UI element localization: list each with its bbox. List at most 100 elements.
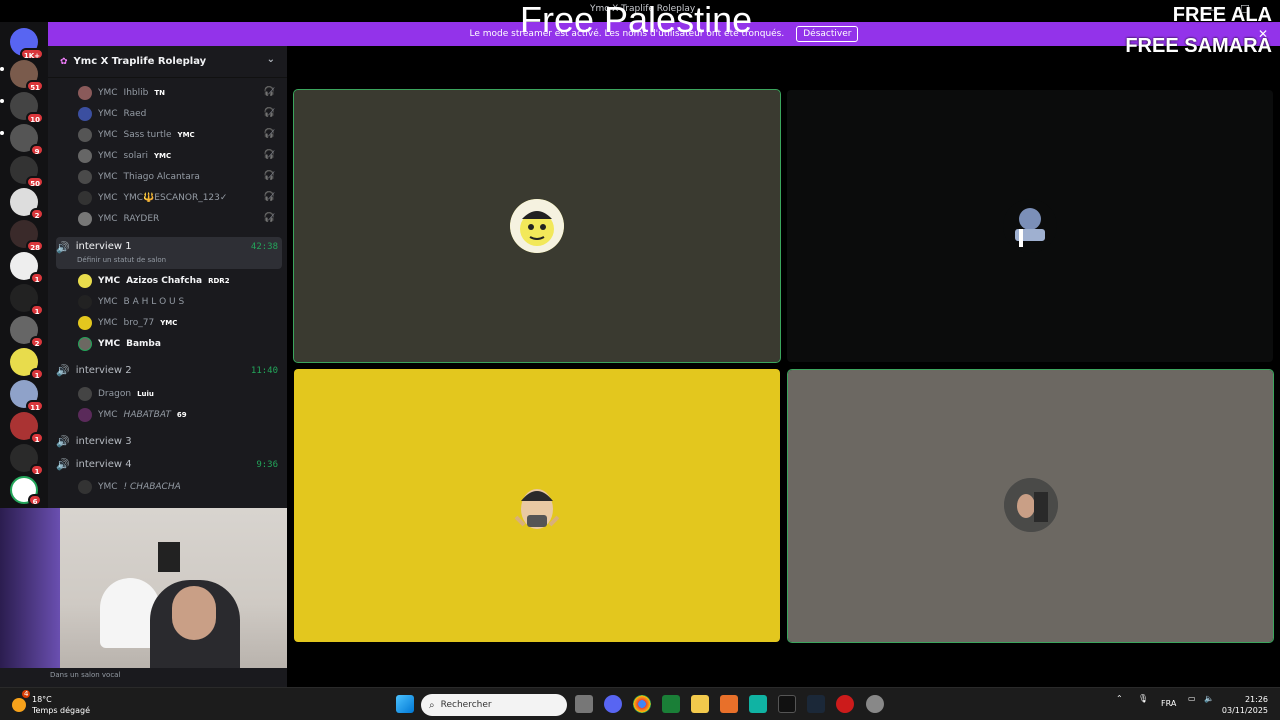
- voice-member[interactable]: YMC bro_77 YMC: [78, 314, 177, 332]
- server-header[interactable]: ✿ Ymc X Traplife Roleplay ⌄: [48, 46, 287, 78]
- app-icon[interactable]: [662, 695, 680, 713]
- voice-member[interactable]: YMC Thiago Alcantara: [78, 168, 200, 186]
- avatar: [1003, 199, 1057, 253]
- clock-time: 21:26: [1244, 695, 1268, 704]
- server-icon[interactable]: 1: [10, 348, 44, 380]
- voice-member[interactable]: YMC Azizos Chafcha RDR2: [78, 272, 230, 290]
- server-name: Ymc X Traplife Roleplay: [73, 56, 207, 67]
- voice-channel-interview-3[interactable]: 🔊 interview 3: [56, 435, 282, 448]
- led-wall: [0, 508, 60, 668]
- channel-status[interactable]: Définir un statut de salon: [77, 256, 166, 264]
- steam-icon[interactable]: [807, 695, 825, 713]
- avatar: [78, 337, 92, 351]
- disable-streamer-button[interactable]: Désactiver: [796, 26, 859, 42]
- member-name: Sass turtle: [123, 130, 172, 140]
- server-icon[interactable]: 50: [10, 156, 44, 188]
- voice-channel-interview-1[interactable]: 🔊 interview 1 42:38 Définir un statut de…: [56, 237, 282, 269]
- member-prefix: YMC: [98, 109, 118, 119]
- task-view-icon[interactable]: [575, 695, 593, 713]
- chrome-icon[interactable]: [633, 695, 651, 713]
- overlay-right-line2: FREE SAMARA: [1125, 35, 1272, 57]
- member-name: Ihblib: [123, 88, 149, 98]
- voice-member[interactable]: Dragon Luiu: [78, 385, 154, 403]
- deafened-icon: 🎧̸: [263, 171, 275, 181]
- member-tag: YMC: [160, 319, 178, 327]
- video-tile[interactable]: [787, 90, 1273, 362]
- avatar: [78, 191, 92, 205]
- overlay-center-text: Free Palestine: [520, 0, 753, 40]
- server-icon[interactable]: 2: [10, 188, 44, 220]
- notification-badge: 6: [28, 494, 42, 506]
- language-indicator[interactable]: FRA: [1161, 699, 1176, 708]
- server-icon[interactable]: 1: [10, 412, 44, 444]
- video-tile[interactable]: [293, 89, 781, 363]
- server-icon[interactable]: 9: [10, 124, 44, 156]
- windows-start-icon[interactable]: [396, 695, 414, 713]
- voice-member[interactable]: YMC Bamba: [78, 335, 161, 353]
- microphone-icon[interactable]: 🎙: [1138, 694, 1148, 703]
- app-icon[interactable]: [749, 695, 767, 713]
- notification-badge: 9: [30, 144, 44, 156]
- member-name: YMC🔱ESCANOR_123✓: [123, 193, 228, 203]
- server-icon[interactable]: 6: [10, 476, 42, 506]
- avatar: [78, 408, 92, 422]
- clock-date: 03/11/2025: [1221, 706, 1268, 715]
- speaker-icon: 🔊: [56, 435, 70, 448]
- server-icon[interactable]: 1: [10, 284, 44, 316]
- discord-icon[interactable]: [604, 695, 622, 713]
- speaker-icon: 🔊: [56, 241, 70, 254]
- server-icon[interactable]: 10: [10, 92, 44, 124]
- member-tag: RDR2: [208, 277, 230, 285]
- server-icon[interactable]: 1: [10, 252, 44, 284]
- network-icon[interactable]: ▭: [1188, 694, 1196, 703]
- avatar: [78, 480, 92, 494]
- channel-timer: 11:40: [250, 365, 278, 376]
- system-clock[interactable]: 21:26 03/11/2025: [1222, 694, 1268, 716]
- video-tile[interactable]: [787, 369, 1274, 643]
- voice-member[interactable]: YMC HABATBAT 69: [78, 406, 187, 424]
- windows-taskbar: 18°C Temps dégagé 4 ⌕ Rechercher ⌃ 🎙 FRA …: [0, 687, 1280, 720]
- server-icon[interactable]: 51: [10, 60, 44, 92]
- volume-icon[interactable]: 🔈: [1204, 694, 1214, 703]
- voice-member[interactable]: YMC solari YMC: [78, 147, 171, 165]
- unread-pip: [0, 131, 4, 135]
- deafened-icon: 🎧̸: [263, 108, 275, 118]
- voice-member[interactable]: YMC ! CHABACHA: [78, 478, 181, 496]
- avatar: [78, 295, 92, 309]
- voice-member[interactable]: YMC YMC🔱ESCANOR_123✓: [78, 189, 227, 207]
- voice-member[interactable]: YMC RAYDER: [78, 210, 159, 228]
- discord-home-icon[interactable]: 1K+: [10, 28, 44, 60]
- app-icon[interactable]: [778, 695, 796, 713]
- server-icon[interactable]: 11: [10, 380, 44, 412]
- chevron-down-icon[interactable]: ⌄: [267, 54, 275, 65]
- video-tile[interactable]: [294, 369, 780, 642]
- voice-member[interactable]: YMC Raed: [78, 105, 146, 123]
- member-tag: Luiu: [137, 390, 154, 398]
- voice-channel-interview-2[interactable]: 🔊 interview 2 11:40: [56, 364, 282, 377]
- file-explorer-icon[interactable]: [691, 695, 709, 713]
- app-icon[interactable]: [720, 695, 738, 713]
- server-icon[interactable]: 28: [10, 220, 44, 252]
- member-prefix: YMC: [98, 88, 118, 98]
- member-prefix: YMC: [98, 214, 118, 224]
- voice-member[interactable]: YMC Ihblib TN: [78, 84, 165, 102]
- notification-badge: 2: [30, 208, 44, 220]
- opera-icon[interactable]: [836, 695, 854, 713]
- notification-badge: 11: [26, 400, 44, 412]
- chevron-up-icon[interactable]: ⌃: [1116, 694, 1123, 703]
- search-icon: ⌕: [429, 699, 435, 711]
- taskbar-search[interactable]: ⌕ Rechercher: [421, 694, 567, 716]
- notification-badge: 50: [26, 176, 44, 188]
- unread-pip: [0, 67, 4, 71]
- settings-icon[interactable]: [866, 695, 884, 713]
- member-name: RAYDER: [123, 214, 160, 224]
- server-icon[interactable]: 2: [10, 316, 44, 348]
- notification-badge: 10: [26, 112, 44, 124]
- notification-badge: 1K+: [19, 48, 44, 60]
- member-prefix: YMC: [98, 410, 118, 420]
- server-icon[interactable]: 1: [10, 444, 44, 476]
- member-prefix: YMC: [98, 318, 118, 328]
- voice-channel-interview-4[interactable]: 🔊 interview 4 9:36: [56, 458, 282, 471]
- voice-member[interactable]: YMC Sass turtle YMC: [78, 126, 195, 144]
- voice-member[interactable]: YMC B A H L O U S: [78, 293, 184, 311]
